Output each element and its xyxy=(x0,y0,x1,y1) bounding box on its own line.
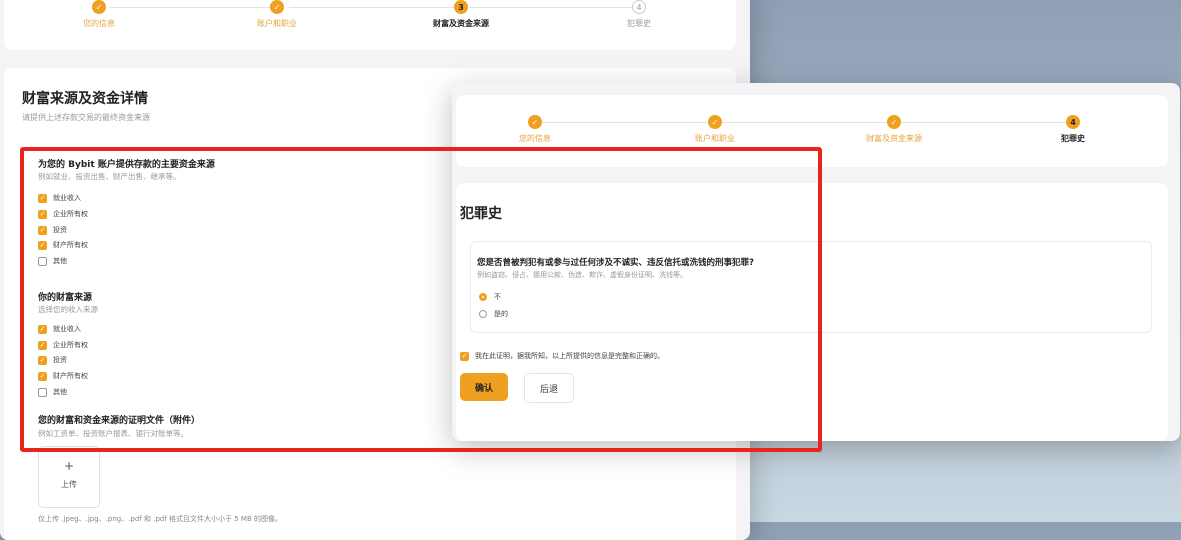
stepper-card: ✓ 您的信息 ✓ 账户和职业 3 财富及资金来源 4 犯罪史 xyxy=(4,0,736,50)
step-your-info: ✓ 您的信息 xyxy=(64,0,134,29)
step-number: 4 xyxy=(632,0,646,14)
page-title: 财富来源及资金详情 xyxy=(22,91,148,107)
step-account: ✓ 账户和职业 xyxy=(680,115,750,144)
step-your-info: ✓ 您的信息 xyxy=(500,115,570,144)
highlight-frame xyxy=(20,147,822,452)
check-icon: ✓ xyxy=(887,115,901,129)
step-criminal: 4 犯罪史 xyxy=(604,0,674,29)
step-wealth: 3 财富及资金来源 xyxy=(416,0,506,29)
upload-button[interactable]: + 上传 xyxy=(38,446,100,508)
upload-note: 仅上传 .jpeg、.jpg、.png、.pdf 和 .pdf 格式且文件大小小… xyxy=(38,515,282,523)
step-wealth: ✓ 财富及资金来源 xyxy=(849,115,939,144)
check-icon: ✓ xyxy=(708,115,722,129)
page-subtitle: 请提供上述存款交易的最终资金来源 xyxy=(22,113,150,122)
check-icon: ✓ xyxy=(92,0,106,14)
check-icon: ✓ xyxy=(528,115,542,129)
step-number: 3 xyxy=(454,0,468,14)
plus-icon: + xyxy=(63,459,75,473)
check-icon: ✓ xyxy=(270,0,284,14)
step-criminal: 4 犯罪史 xyxy=(1038,115,1108,144)
step-number: 4 xyxy=(1066,115,1080,129)
step-account: ✓ 账户和职业 xyxy=(242,0,312,29)
